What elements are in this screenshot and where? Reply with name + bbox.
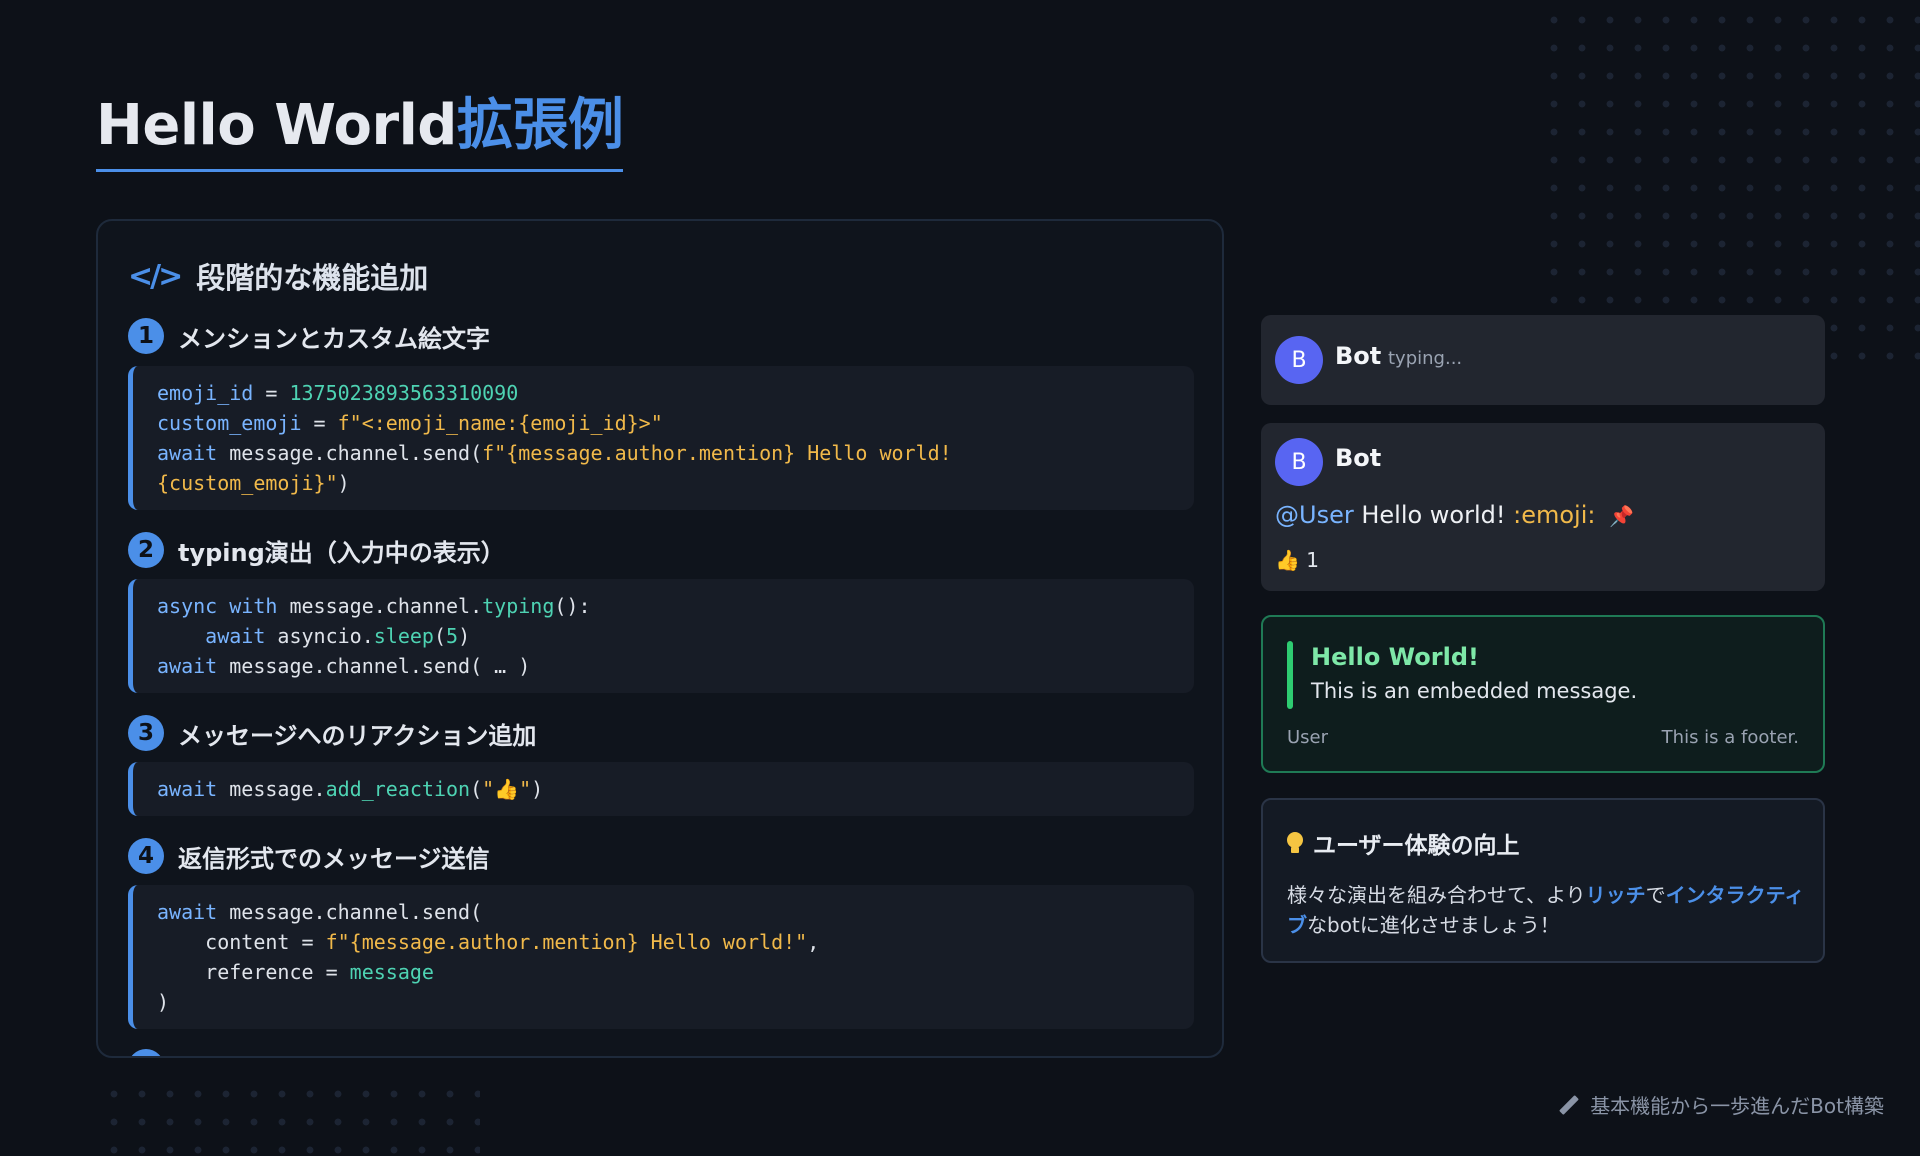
message-content: @User Hello world! :emoji: 📌 bbox=[1275, 501, 1634, 529]
pin-icon: 📌 bbox=[1609, 504, 1635, 528]
embed-accent-bar bbox=[1287, 641, 1293, 709]
embed-title: Hello World! bbox=[1311, 643, 1479, 671]
typing-indicator: typing... bbox=[1388, 348, 1463, 369]
step-3: 3 メッセージへのリアクション追加 bbox=[128, 715, 536, 751]
step-number bbox=[128, 1049, 164, 1056]
code-block-2: async with message.channel.typing(): awa… bbox=[128, 579, 1194, 693]
step-number: 2 bbox=[128, 532, 164, 568]
code-block-1: emoji_id = 1375023893563310090 custom_em… bbox=[128, 366, 1194, 510]
bot-name: Bot bbox=[1335, 444, 1382, 472]
step-2: 2 typing演出（入力中の表示） bbox=[128, 532, 505, 568]
ux-tip-box: ユーザー体験の向上 様々な演出を組み合わせて、よりリッチでインタラクティブなbo… bbox=[1261, 798, 1825, 963]
pencil-icon bbox=[1559, 1094, 1580, 1115]
avatar: B bbox=[1275, 336, 1323, 384]
embed-author: User bbox=[1287, 727, 1329, 748]
step-title: メンションとカスタム絵文字 bbox=[178, 324, 490, 353]
thumbs-up-icon: 👍 bbox=[1275, 548, 1300, 572]
typing-message: B Bot typing... bbox=[1261, 315, 1825, 405]
tip-heading: ユーザー体験の向上 bbox=[1287, 826, 1520, 860]
decorative-dots bbox=[100, 1080, 480, 1156]
step-number: 4 bbox=[128, 838, 164, 874]
custom-emoji: :emoji: bbox=[1513, 501, 1596, 529]
bot-name: Bot bbox=[1335, 342, 1382, 370]
panel-heading: </> 段階的な機能追加 bbox=[128, 255, 428, 297]
embed-description: This is an embedded message. bbox=[1311, 679, 1638, 703]
slide-page: Hello World拡張例 </> 段階的な機能追加 1 メンションとカスタム… bbox=[0, 0, 1920, 1156]
step-title: メッセージへのリアクション追加 bbox=[178, 721, 537, 750]
embed-footer: This is a footer. bbox=[1661, 727, 1799, 748]
step-number: 1 bbox=[128, 318, 164, 354]
footer-note-text: 基本機能から一歩進んだBot構築 bbox=[1590, 1094, 1884, 1118]
step-5-partial bbox=[128, 1049, 164, 1056]
bot-message: B Bot @User Hello world! :emoji: 📌 👍 1 bbox=[1261, 423, 1825, 591]
panel-heading-text: 段階的な機能追加 bbox=[196, 261, 429, 295]
feature-steps-panel: </> 段階的な機能追加 1 メンションとカスタム絵文字 emoji_id = … bbox=[96, 219, 1224, 1058]
tip-title: ユーザー体験の向上 bbox=[1313, 833, 1520, 859]
step-title: typing演出（入力中の表示） bbox=[178, 538, 505, 567]
code-block-4: await message.channel.send( content = f"… bbox=[128, 885, 1194, 1029]
footer-note: 基本機能から一歩進んだBot構築 bbox=[1558, 1090, 1884, 1119]
step-1: 1 メンションとカスタム絵文字 bbox=[128, 318, 490, 354]
page-title: Hello World拡張例 bbox=[96, 92, 624, 173]
code-block-3: await message.add_reaction("👍") bbox=[128, 762, 1194, 816]
avatar: B bbox=[1275, 438, 1323, 486]
user-mention[interactable]: @User bbox=[1275, 501, 1354, 529]
embed-message: Hello World! This is an embedded message… bbox=[1261, 615, 1825, 773]
step-4: 4 返信形式でのメッセージ送信 bbox=[128, 838, 490, 874]
title-accent: 拡張例 bbox=[456, 93, 624, 158]
reaction-thumbs-up[interactable]: 👍 1 bbox=[1275, 548, 1319, 572]
code-icon: </> bbox=[128, 258, 183, 294]
title-main: Hello World bbox=[96, 93, 457, 158]
step-title: 返信形式でのメッセージ送信 bbox=[178, 844, 490, 873]
tip-body: 様々な演出を組み合わせて、よりリッチでインタラクティブなbotに進化させましょう… bbox=[1287, 883, 1805, 937]
step-number: 3 bbox=[128, 715, 164, 751]
message-text: Hello world! bbox=[1353, 501, 1514, 529]
reaction-count: 1 bbox=[1306, 548, 1319, 572]
lightbulb-icon bbox=[1287, 832, 1303, 854]
